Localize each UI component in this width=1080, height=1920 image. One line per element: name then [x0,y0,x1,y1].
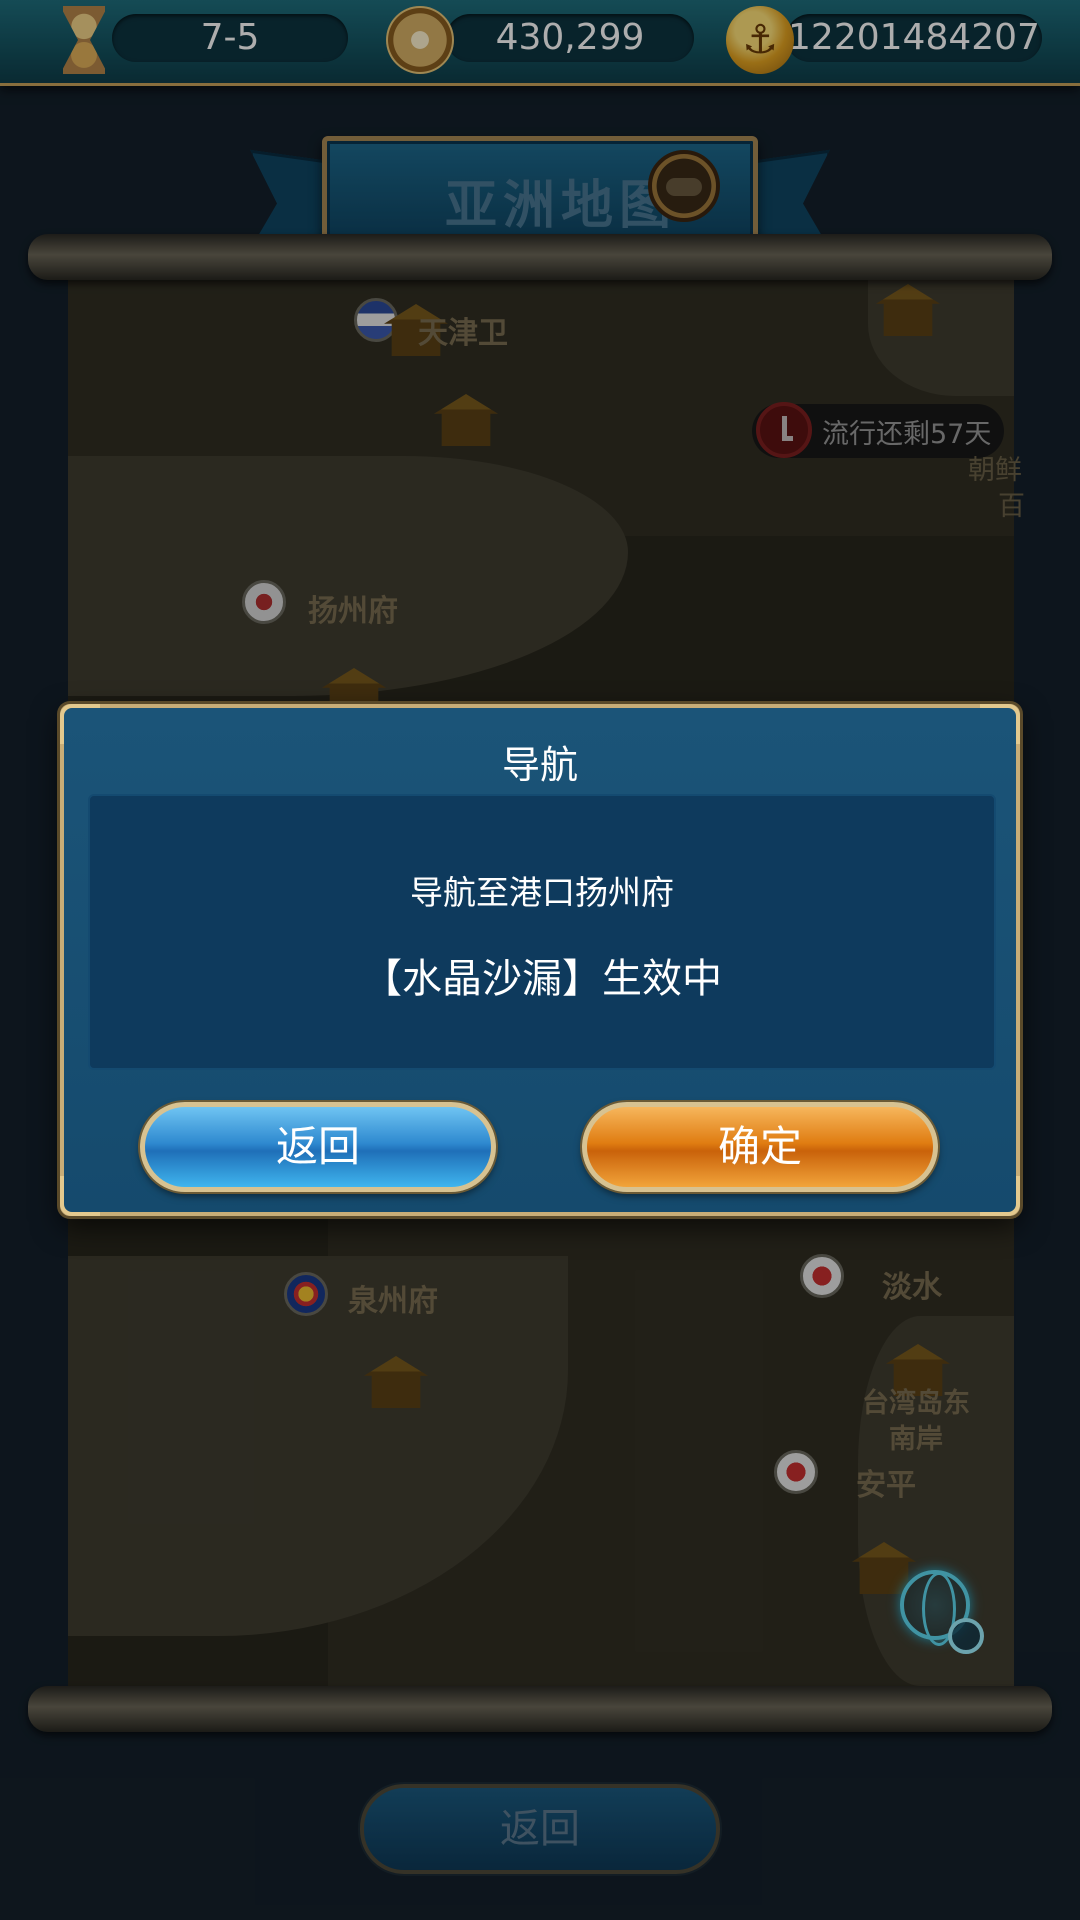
dialog-message-panel: 导航至港口扬州府 【水晶沙漏】生效中 [88,794,996,1070]
confirm-button-label: 确定 [717,1122,802,1171]
back-button-label: 返回 [275,1122,360,1171]
dialog-status: 【水晶沙漏】生效中 [362,956,722,1002]
dialog-corner [60,1176,100,1216]
confirm-button[interactable]: 确定 [582,1102,938,1192]
dialog-title: 导航 [501,743,578,787]
dialog-corner [980,1176,1020,1216]
navigation-dialog: 导航 导航至港口扬州府 【水晶沙漏】生效中 返回 确定 [60,704,1020,1216]
dialog-message: 导航至港口扬州府 [410,873,674,912]
back-button[interactable]: 返回 [140,1102,496,1192]
